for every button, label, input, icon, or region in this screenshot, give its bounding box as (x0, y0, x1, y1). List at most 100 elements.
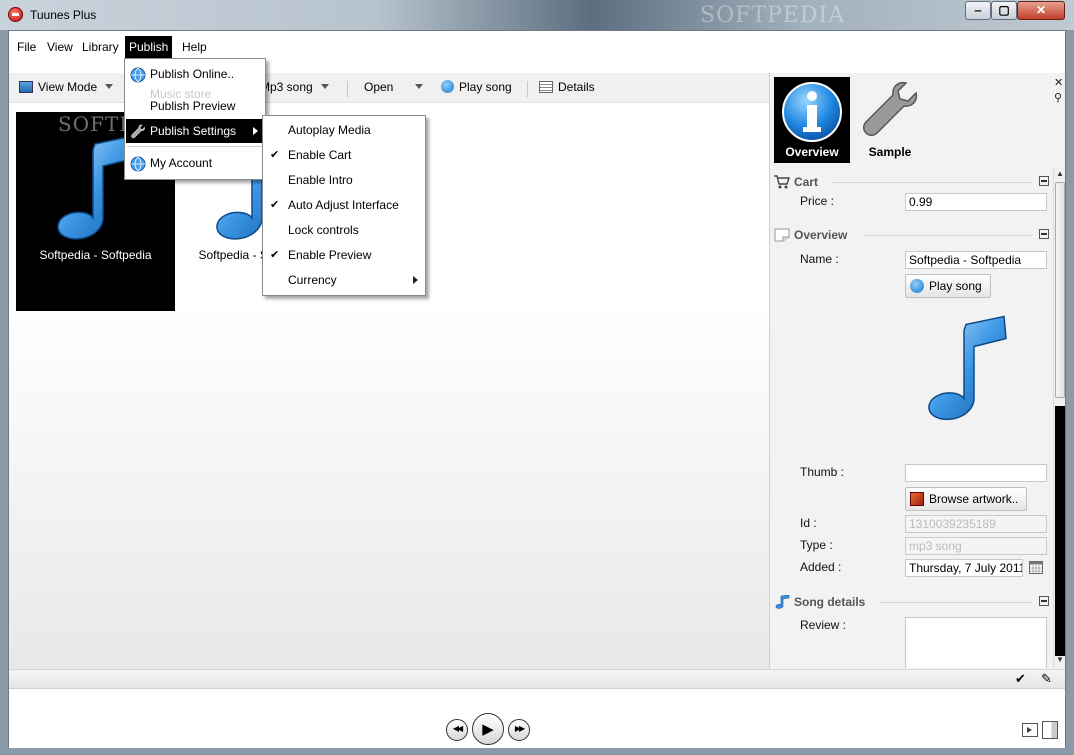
section-divider (880, 602, 1032, 603)
artwork-music-note-icon (928, 315, 1007, 421)
menu-library[interactable]: Library (78, 36, 123, 58)
tab-overview[interactable]: Overview (774, 77, 850, 163)
mp3-song-label: Mp3 song (260, 80, 313, 94)
music-note-icon (775, 595, 790, 609)
dropdown-arrow-icon (105, 84, 114, 89)
scroll-thumb[interactable] (1055, 182, 1065, 398)
name-label: Name : (800, 252, 839, 266)
panel-pin-icon[interactable]: ⚲ (1054, 91, 1062, 104)
apply-check-icon[interactable]: ✔ (1015, 671, 1026, 687)
tab-overview-label: Overview (785, 145, 839, 159)
open-button[interactable]: Open (364, 79, 424, 97)
menu-item-label: Enable Preview (288, 248, 372, 262)
next-button[interactable]: ▶▶ (508, 719, 530, 741)
menu-item-auto-adjust-interface[interactable]: ✔ Auto Adjust Interface (264, 193, 424, 217)
browse-artwork-label: Browse artwork.. (929, 492, 1019, 506)
scroll-down-icon[interactable]: ▼ (1055, 655, 1065, 667)
submenu-arrow-icon (413, 276, 418, 284)
details-panel: Overview Sample ✕ ⚲ Cart Price : 0.99 Ov… (769, 73, 1065, 669)
menu-bar: File View Library Publish Help (9, 31, 1065, 59)
panel-footer: ✔ ✎ (769, 669, 1065, 689)
tab-sample-label: Sample (868, 145, 912, 159)
info-icon (782, 82, 842, 142)
app-frame: File View Library Publish Help View Mode… (8, 30, 1066, 748)
thumb-field[interactable] (905, 464, 1047, 482)
menu-view[interactable]: View (43, 36, 77, 58)
minimize-button[interactable]: ‒ (965, 1, 991, 20)
fullscreen-icon[interactable] (1042, 721, 1058, 739)
menu-item-label: Lock controls (288, 223, 359, 237)
details-label: Details (558, 80, 595, 94)
globe-icon (130, 156, 146, 172)
menu-item-publish-settings[interactable]: Publish Settings (126, 119, 264, 143)
window-title: Tuunes Plus (30, 8, 97, 22)
mini-player-icon[interactable] (1022, 723, 1038, 737)
checkmark-icon: ✔ (270, 199, 280, 211)
menu-help[interactable]: Help (178, 36, 211, 58)
section-overview: Overview (774, 227, 1052, 243)
close-button[interactable]: ✕ (1017, 1, 1065, 20)
browse-artwork-button[interactable]: Browse artwork.. (905, 487, 1028, 511)
collapse-icon[interactable] (1039, 176, 1049, 186)
collapse-icon[interactable] (1039, 596, 1049, 606)
fast-forward-icon: ▶▶ (514, 724, 525, 733)
menu-divider (127, 146, 263, 147)
globe-icon (130, 67, 146, 83)
calendar-icon[interactable] (1029, 561, 1043, 574)
toolbar-divider (527, 81, 528, 97)
play-icon (910, 279, 924, 293)
menu-item-currency[interactable]: Currency (264, 268, 424, 292)
collapse-icon[interactable] (1039, 229, 1049, 239)
view-mode-button[interactable]: View Mode (19, 79, 114, 97)
cart-icon (774, 175, 790, 189)
name-field[interactable]: Softpedia - Softpedia (905, 251, 1047, 269)
section-cart: Cart (774, 174, 1052, 190)
tab-sample[interactable]: Sample (852, 77, 928, 163)
menu-item-enable-cart[interactable]: ✔ Enable Cart (264, 143, 424, 167)
scroll-track (1055, 406, 1065, 656)
panel-close-icon[interactable]: ✕ (1054, 76, 1063, 89)
menu-item-my-account[interactable]: My Account (126, 151, 264, 175)
price-field[interactable]: 0.99 (905, 193, 1047, 211)
publish-settings-submenu: Autoplay Media ✔ Enable Cart Enable Intr… (262, 115, 426, 296)
panel-scrollbar[interactable]: ▲ ▼ (1053, 168, 1065, 668)
menu-item-enable-preview[interactable]: ✔ Enable Preview (264, 243, 424, 267)
details-button[interactable]: Details (539, 79, 595, 97)
close-icon: ✕ (1035, 3, 1047, 17)
review-field[interactable] (905, 617, 1047, 668)
menu-item-label: Publish Settings (150, 124, 237, 138)
thumb-label: Thumb : (800, 465, 845, 479)
play-song-button[interactable]: Play song (905, 274, 991, 298)
play-button[interactable]: ▶ (472, 713, 504, 745)
added-date-field[interactable]: Thursday, 7 July 2011 (905, 559, 1023, 577)
checkmark-icon: ✔ (270, 249, 280, 261)
note-page-icon (774, 228, 790, 242)
wrench-icon (131, 124, 145, 139)
menu-item-lock-controls[interactable]: Lock controls (264, 218, 424, 242)
menu-item-label: Enable Intro (288, 173, 353, 187)
play-icon: ▶ (482, 721, 494, 738)
previous-button[interactable]: ◀◀ (446, 719, 468, 741)
menu-item-enable-intro[interactable]: Enable Intro (264, 168, 424, 192)
section-song-details: Song details (774, 594, 1052, 610)
play-song-toolbar-button[interactable]: Play song (441, 79, 512, 97)
maximize-button[interactable]: ▢ (991, 1, 1017, 20)
menu-file[interactable]: File (13, 36, 40, 58)
checkmark-icon: ✔ (270, 149, 280, 161)
scroll-up-icon[interactable]: ▲ (1055, 169, 1065, 181)
view-mode-label: View Mode (38, 80, 98, 94)
menu-item-publish-preview[interactable]: Publish Preview (126, 94, 264, 118)
section-divider (832, 182, 1032, 183)
play-song-button-label: Play song (929, 279, 982, 293)
menu-item-label: My Account (150, 156, 213, 170)
review-label: Review : (800, 618, 847, 632)
menu-item-label: Autoplay Media (288, 123, 371, 137)
price-label: Price : (800, 194, 835, 208)
menu-publish[interactable]: Publish (125, 36, 173, 58)
artwork-icon (910, 492, 924, 506)
menu-item-autoplay-media[interactable]: Autoplay Media (264, 118, 424, 142)
details-icon (539, 81, 553, 93)
edit-pencil-icon[interactable]: ✎ (1041, 671, 1052, 687)
view-mode-icon (19, 81, 33, 93)
app-logo-icon (8, 7, 23, 22)
